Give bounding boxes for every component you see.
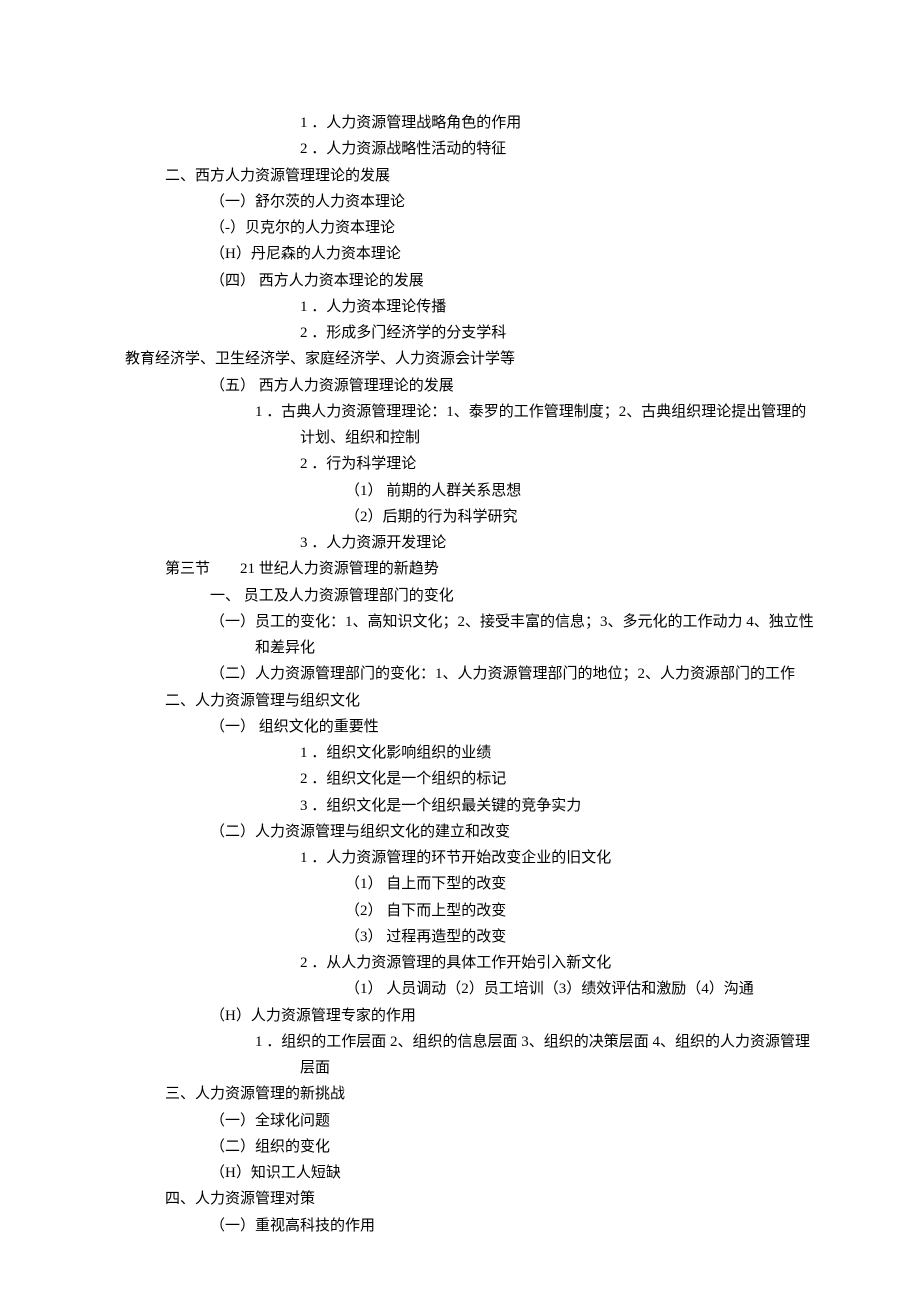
list-item: （一） 组织文化的重要性 [210, 714, 820, 740]
list-item: 1 ．人力资源管理的环节开始改变企业的旧文化 [300, 845, 820, 871]
list-item: （H）丹尼森的人力资本理论 [210, 241, 820, 267]
list-item: 3 ．人力资源开发理论 [300, 530, 820, 556]
list-item: 2 ．人力资源战略性活动的特征 [300, 136, 820, 162]
list-item: 2 ．组织文化是一个组织的标记 [300, 766, 820, 792]
list-item: （H）知识工人短缺 [210, 1160, 820, 1186]
document-page: 1 ．人力资源管理战略角色的作用 2 ．人力资源战略性活动的特征 二、西方人力资… [0, 0, 920, 1299]
body-text: 教育经济学、卫生经济学、家庭经济学、人力资源会计学等 [125, 346, 820, 372]
heading-level-2: 二、人力资源管理与组织文化 [165, 688, 820, 714]
list-item: （一）全球化问题 [210, 1108, 820, 1134]
list-item: 1 ．组织的工作层面 2、组织的信息层面 3、组织的决策层面 4、组织的人力资源… [255, 1029, 820, 1082]
list-item: 1 ．人力资源管理战略角色的作用 [300, 110, 820, 136]
list-item: （五） 西方人力资源管理理论的发展 [210, 373, 820, 399]
list-item: （二）人力资源管理与组织文化的建立和改变 [210, 819, 820, 845]
heading-level-2: 二、西方人力资源管理理论的发展 [165, 163, 820, 189]
section-heading: 第三节 21 世纪人力资源管理的新趋势 [165, 556, 820, 582]
list-item: （四） 西方人力资本理论的发展 [210, 268, 820, 294]
list-item: （一）员工的变化：1、高知识文化；2、接受丰富的信息；3、多元化的工作动力 4、… [210, 609, 820, 662]
heading-level-2: 一、 员工及人力资源管理部门的变化 [210, 583, 820, 609]
list-item: 2 ．从人力资源管理的具体工作开始引入新文化 [300, 950, 820, 976]
list-item: 2 ．形成多门经济学的分支学科 [300, 320, 820, 346]
heading-level-2: 三、人力资源管理的新挑战 [165, 1081, 820, 1107]
list-item: 3 ．组织文化是一个组织最关键的竞争实力 [300, 793, 820, 819]
list-item: （2）后期的行为科学研究 [345, 504, 820, 530]
list-item: （1） 前期的人群关系思想 [345, 478, 820, 504]
list-item: 1 ．组织文化影响组织的业绩 [300, 740, 820, 766]
list-item: （一）重视高科技的作用 [210, 1213, 820, 1239]
list-item: （二）人力资源管理部门的变化：1、人力资源管理部门的地位；2、人力资源部门的工作 [210, 661, 820, 687]
list-item: 1 ．人力资本理论传播 [300, 294, 820, 320]
list-item: （H）人力资源管理专家的作用 [210, 1003, 820, 1029]
section-number: 第三节 [165, 561, 210, 577]
list-item: （一）舒尔茨的人力资本理论 [210, 189, 820, 215]
list-item: 1 ．古典人力资源管理理论：1、泰罗的工作管理制度；2、古典组织理论提出管理的计… [255, 399, 820, 452]
list-item: （二）组织的变化 [210, 1134, 820, 1160]
list-item: （1） 人员调动（2）员工培训（3）绩效评估和激励（4）沟通 [345, 976, 820, 1002]
heading-level-2: 四、人力资源管理对策 [165, 1186, 820, 1212]
list-item: （1） 自上而下型的改变 [345, 871, 820, 897]
list-item: （-）贝克尔的人力资本理论 [210, 215, 820, 241]
list-item: （2） 自下而上型的改变 [345, 898, 820, 924]
section-title: 21 世纪人力资源管理的新趋势 [240, 561, 439, 577]
list-item: （3） 过程再造型的改变 [345, 924, 820, 950]
list-item: 2 ．行为科学理论 [300, 451, 820, 477]
